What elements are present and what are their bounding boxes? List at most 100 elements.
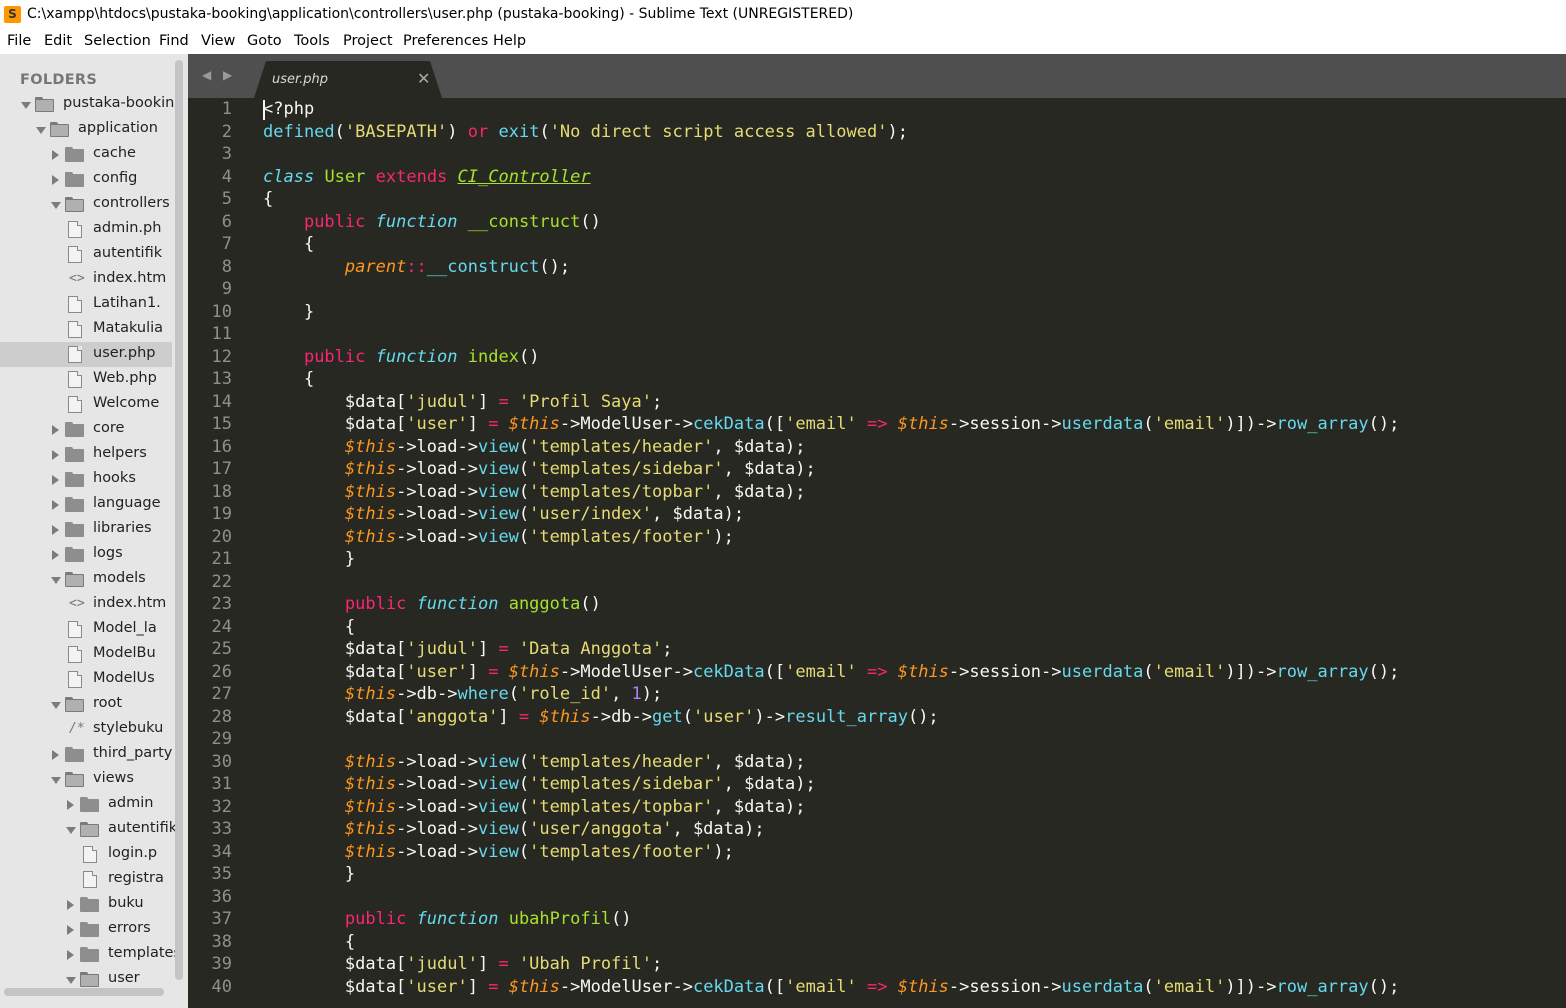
menu-goto[interactable]: Goto xyxy=(247,33,282,49)
disclosure-expanded-icon[interactable] xyxy=(51,577,61,584)
menu-selection[interactable]: Selection xyxy=(84,33,151,49)
tree-folder[interactable]: models xyxy=(0,567,172,592)
tree-folder[interactable]: core xyxy=(0,417,172,442)
tree-folder[interactable]: errors xyxy=(0,917,172,942)
code-line: $this->load->view('templates/footer'); xyxy=(263,841,734,864)
code-token: )])-> xyxy=(1225,661,1277,682)
tree-file[interactable]: Model_la xyxy=(0,617,172,642)
sidebar-vertical-scrollbar[interactable] xyxy=(175,60,183,980)
disclosure-expanded-icon[interactable] xyxy=(51,702,61,709)
menu-project[interactable]: Project xyxy=(343,33,393,49)
code-token: ( xyxy=(1143,976,1154,997)
disclosure-collapsed-icon[interactable] xyxy=(52,500,59,510)
tree-file[interactable]: ModelBu xyxy=(0,642,172,667)
tree-file[interactable]: ModelUs xyxy=(0,667,172,692)
menu-tools[interactable]: Tools xyxy=(294,33,330,49)
tree-folder[interactable]: root xyxy=(0,692,172,717)
code-token: , $data); xyxy=(713,796,806,817)
menu-edit[interactable]: Edit xyxy=(44,33,72,49)
tree-folder[interactable]: third_party xyxy=(0,742,172,767)
tree-item-label: buku xyxy=(108,895,144,911)
tree-folder[interactable]: hooks xyxy=(0,467,172,492)
tree-folder[interactable]: language xyxy=(0,492,172,517)
tree-folder[interactable]: buku xyxy=(0,892,172,917)
folder-open-icon xyxy=(80,822,99,837)
menu-view[interactable]: View xyxy=(201,33,235,49)
disclosure-collapsed-icon[interactable] xyxy=(52,525,59,535)
tree-item-label: index.htm xyxy=(93,595,167,611)
disclosure-collapsed-icon[interactable] xyxy=(52,550,59,560)
disclosure-expanded-icon[interactable] xyxy=(36,127,46,134)
tree-item-label: index.htm xyxy=(93,270,167,286)
code-token: anggota xyxy=(508,594,581,614)
code-token: ] xyxy=(467,976,489,997)
tree-folder[interactable]: views xyxy=(0,767,172,792)
code-token: 'user' xyxy=(406,414,468,434)
tree-file[interactable]: user.php xyxy=(0,342,172,367)
code-token: 1 xyxy=(631,684,642,704)
disclosure-collapsed-icon[interactable] xyxy=(52,475,59,485)
tree-folder[interactable]: application xyxy=(0,117,172,142)
tree-file[interactable]: autentifik xyxy=(0,242,172,267)
code-line: parent::__construct(); xyxy=(263,256,570,279)
code-token: userdata xyxy=(1061,661,1144,682)
tree-folder[interactable]: admin xyxy=(0,792,172,817)
disclosure-expanded-icon[interactable] xyxy=(66,827,76,834)
tree-file[interactable]: <> index.htm xyxy=(0,592,172,617)
close-icon[interactable]: ✕ xyxy=(417,69,430,88)
sidebar-horizontal-scrollbar[interactable] xyxy=(4,988,164,996)
code-token: parent xyxy=(344,256,407,277)
code-token: cekData xyxy=(692,414,765,434)
tree-folder[interactable]: templates xyxy=(0,942,181,967)
code-token: 'email' xyxy=(785,661,857,682)
tree-folder[interactable]: helpers xyxy=(0,442,172,467)
code-token: => xyxy=(867,414,888,434)
tree-file[interactable]: registra xyxy=(0,867,172,892)
code-token: 'templates/sidebar' xyxy=(529,459,724,479)
code-token: $this xyxy=(897,976,949,997)
tab-nav-arrows-icon[interactable]: ◀ ▶ xyxy=(202,68,236,82)
tree-file[interactable]: Matakulia xyxy=(0,317,172,342)
disclosure-collapsed-icon[interactable] xyxy=(52,175,59,185)
disclosure-expanded-icon[interactable] xyxy=(21,102,31,109)
tree-item-label: login.p xyxy=(108,845,158,861)
tree-file[interactable]: Web.php xyxy=(0,367,172,392)
code-token: ( xyxy=(518,459,530,479)
disclosure-collapsed-icon[interactable] xyxy=(67,800,74,810)
disclosure-collapsed-icon[interactable] xyxy=(67,900,74,910)
code-token: => xyxy=(867,976,888,997)
menu-help[interactable]: Help xyxy=(493,33,526,49)
disclosure-expanded-icon[interactable] xyxy=(51,202,61,209)
menu-file[interactable]: File xyxy=(7,33,31,49)
tree-folder[interactable]: autentifik xyxy=(0,817,177,842)
code-editor[interactable]: 1 2 3 4 5 6 7 8 9 10 11 12 13 14 15 16 17 18 19 20 21 22 23 24 2… xyxy=(188,98,1566,1008)
disclosure-collapsed-icon[interactable] xyxy=(52,450,59,460)
code-token: $data[ xyxy=(263,639,407,659)
tree-file[interactable]: admin.ph xyxy=(0,217,172,242)
disclosure-collapsed-icon[interactable] xyxy=(52,150,59,160)
tree-folder[interactable]: cache xyxy=(0,142,172,167)
menu-find[interactable]: Find xyxy=(159,33,189,49)
disclosure-expanded-icon[interactable] xyxy=(66,977,76,984)
tab-user-php[interactable]: user.php ✕ xyxy=(254,61,442,98)
tree-file[interactable]: /* stylebuku xyxy=(0,717,172,742)
tree-folder[interactable]: pustaka-booking xyxy=(0,92,184,117)
tree-folder[interactable]: config xyxy=(0,167,172,192)
line-number: 23 xyxy=(211,594,232,614)
tree-file[interactable]: Latihan1. xyxy=(0,292,172,317)
tree-file[interactable]: <> index.htm xyxy=(0,267,172,292)
disclosure-collapsed-icon[interactable] xyxy=(67,925,74,935)
tree-file[interactable]: Welcome xyxy=(0,392,172,417)
disclosure-collapsed-icon[interactable] xyxy=(52,425,59,435)
comment-file-icon: /* xyxy=(69,721,85,736)
tree-file[interactable]: login.p xyxy=(0,842,172,867)
disclosure-expanded-icon[interactable] xyxy=(51,777,61,784)
tree-folder[interactable]: logs xyxy=(0,542,172,567)
disclosure-collapsed-icon[interactable] xyxy=(67,950,74,960)
tree-folder[interactable]: libraries xyxy=(0,517,172,542)
tree-folder[interactable]: controllers xyxy=(0,192,172,217)
disclosure-collapsed-icon[interactable] xyxy=(52,750,59,760)
menu-preferences[interactable]: Preferences xyxy=(403,33,488,49)
